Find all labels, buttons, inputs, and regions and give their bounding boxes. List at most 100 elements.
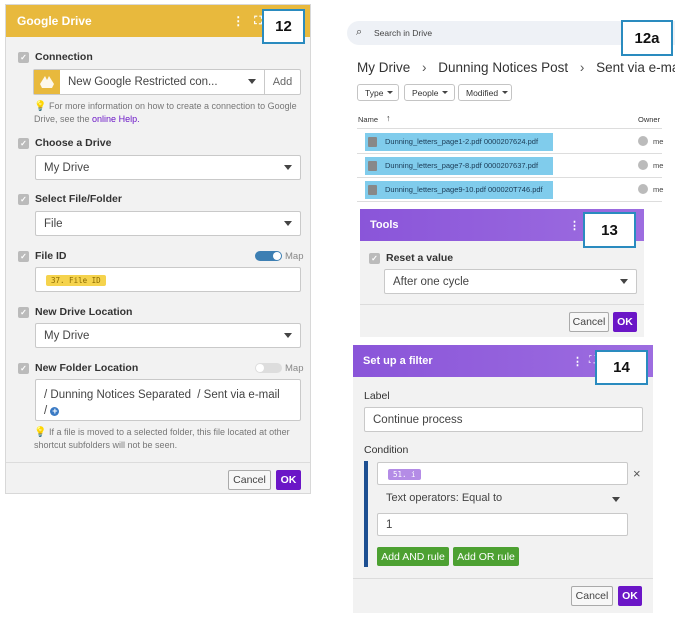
collapse-check-icon[interactable]: ✓ bbox=[18, 51, 29, 63]
search-placeholder: Search in Drive bbox=[374, 28, 433, 38]
new-drive-location-label: ✓ New Drive Location bbox=[18, 306, 132, 318]
cancel-button[interactable]: Cancel bbox=[571, 586, 613, 606]
cancel-button[interactable]: Cancel bbox=[228, 470, 271, 490]
chevron-down-icon bbox=[612, 497, 620, 502]
mapped-value-chip[interactable]: 51. i bbox=[388, 469, 421, 480]
file-name: Dunning_letters_page9-10.pdf 000020T746.… bbox=[385, 185, 543, 194]
avatar bbox=[638, 160, 648, 170]
pdf-file-icon bbox=[368, 137, 377, 147]
label-field-label: Label bbox=[364, 390, 390, 402]
map-label: Map bbox=[285, 251, 304, 262]
ok-button[interactable]: OK bbox=[618, 586, 642, 606]
add-or-rule-button[interactable]: Add OR rule bbox=[453, 547, 519, 566]
ok-button[interactable]: OK bbox=[613, 312, 637, 332]
connection-select[interactable]: New Google Restricted con... Add bbox=[33, 69, 301, 95]
collapse-check-icon[interactable]: ✓ bbox=[18, 250, 29, 262]
file-row[interactable]: Dunning_letters_page7-8.pdf 0000207637.p… bbox=[357, 154, 664, 178]
owner-name: me bbox=[653, 161, 664, 170]
condition-operand-input[interactable]: 51. i bbox=[377, 462, 628, 485]
chevron-down-icon bbox=[502, 91, 509, 94]
step-number-badge: 14 bbox=[595, 350, 648, 385]
breadcrumb-item[interactable]: Dunning Notices Post bbox=[438, 60, 568, 75]
panel-title: Google Drive bbox=[17, 14, 92, 28]
path-separator: / bbox=[44, 389, 48, 401]
collapse-check-icon[interactable]: ✓ bbox=[18, 193, 29, 205]
filter-label-input[interactable]: Continue process bbox=[364, 407, 643, 432]
connection-label: ✓ Connection bbox=[18, 51, 93, 63]
new-folder-location-label: ✓ New Folder Location bbox=[18, 362, 138, 374]
breadcrumb: My Drive › Dunning Notices Post › Sent v… bbox=[357, 60, 675, 75]
chevron-down-icon bbox=[284, 165, 292, 170]
file-name: Dunning_letters_page1-2.pdf 0000207624.p… bbox=[385, 137, 539, 146]
cancel-button[interactable]: Cancel bbox=[569, 312, 609, 332]
connection-value: New Google Restricted con... bbox=[68, 76, 218, 88]
avatar bbox=[638, 184, 648, 194]
filter-type-chip[interactable]: Type bbox=[357, 84, 399, 101]
choose-drive-select[interactable]: My Drive bbox=[35, 155, 301, 180]
breadcrumb-item[interactable]: My Drive bbox=[357, 60, 410, 75]
add-connection-button[interactable]: Add bbox=[264, 70, 300, 94]
column-header-name[interactable]: Name bbox=[358, 115, 378, 124]
file-id-map-toggle[interactable] bbox=[255, 251, 282, 261]
filter-modified-chip[interactable]: Modified bbox=[458, 84, 512, 101]
collapse-check-icon[interactable]: ✓ bbox=[18, 362, 29, 374]
file-row[interactable]: Dunning_letters_page1-2.pdf 0000207624.p… bbox=[357, 130, 664, 154]
condition-label: Condition bbox=[364, 444, 409, 456]
select-file-folder-label: ✓ Select File/Folder bbox=[18, 193, 122, 205]
condition-value-input[interactable]: 1 bbox=[377, 513, 628, 536]
collapse-check-icon[interactable]: ✓ bbox=[369, 252, 380, 264]
file-id-label: ✓ File ID bbox=[18, 250, 67, 262]
panel-title: Tools bbox=[370, 219, 399, 231]
collapse-check-icon[interactable]: ✓ bbox=[18, 306, 29, 318]
chevron-right-icon: › bbox=[579, 60, 585, 75]
collapse-check-icon[interactable]: ✓ bbox=[18, 137, 29, 149]
more-icon[interactable]: ⋮ bbox=[232, 14, 244, 28]
ok-button[interactable]: OK bbox=[276, 470, 301, 490]
folder-map-toggle[interactable] bbox=[255, 363, 282, 373]
online-help-link[interactable]: online Help. bbox=[92, 114, 140, 124]
filter-people-chip[interactable]: People bbox=[404, 84, 455, 101]
owner-name: me bbox=[653, 137, 664, 146]
operator-select[interactable]: Text operators: Equal to bbox=[377, 489, 628, 509]
google-drive-icon bbox=[34, 70, 60, 94]
filter-setup-panel: Set up a filter ⋮ ⛶ Label Continue proce… bbox=[353, 345, 653, 613]
path-separator: / bbox=[44, 405, 48, 417]
reset-value-select[interactable]: After one cycle bbox=[384, 269, 637, 294]
folder-path-field[interactable]: / Dunning Notices Separated / Sent via e… bbox=[35, 379, 301, 421]
owner-name: me bbox=[653, 185, 664, 194]
divider bbox=[357, 128, 662, 129]
column-header-owner: Owner bbox=[638, 115, 661, 124]
mapped-value-chip[interactable]: 37. File ID bbox=[46, 275, 106, 286]
reset-value-label: ✓ Reset a value bbox=[369, 252, 453, 264]
expand-icon[interactable]: ⛶ bbox=[254, 15, 262, 28]
chevron-right-icon: › bbox=[422, 60, 427, 75]
lightbulb-icon: 💡 bbox=[34, 427, 47, 438]
add-folder-icon[interactable]: + bbox=[50, 407, 60, 416]
map-label: Map bbox=[285, 363, 304, 374]
more-icon[interactable]: ⋮ bbox=[572, 355, 583, 368]
step-number-badge: 12 bbox=[262, 9, 305, 44]
avatar bbox=[638, 136, 648, 146]
folder-help-note: 💡 If a file is moved to a selected folde… bbox=[34, 427, 290, 450]
lightbulb-icon: 💡 bbox=[34, 101, 47, 112]
step-number-badge: 13 bbox=[583, 212, 636, 248]
chevron-down-icon bbox=[248, 79, 256, 84]
add-and-rule-button[interactable]: Add AND rule bbox=[377, 547, 449, 566]
close-icon[interactable]: × bbox=[633, 466, 641, 481]
file-row[interactable]: Dunning_letters_page9-10.pdf 000020T746.… bbox=[357, 178, 664, 202]
new-drive-location-select[interactable]: My Drive bbox=[35, 323, 301, 348]
path-separator: / bbox=[197, 389, 201, 401]
sort-arrow-icon[interactable]: ↑ bbox=[386, 113, 391, 123]
breadcrumb-item[interactable]: Sent via e-mail bbox=[596, 60, 675, 75]
select-file-folder-select[interactable]: File bbox=[35, 211, 301, 236]
google-drive-module-panel: Google Drive ⋮ ⛶ ✓ Connection New Google… bbox=[5, 4, 311, 494]
folder-path-segment[interactable]: Dunning Notices Separated bbox=[50, 389, 191, 401]
folder-path-segment[interactable]: Sent via e-mail bbox=[204, 389, 280, 401]
file-id-input[interactable]: 37. File ID bbox=[35, 267, 301, 292]
pdf-file-icon bbox=[368, 185, 377, 195]
chevron-down-icon bbox=[620, 279, 628, 284]
chevron-down-icon bbox=[442, 91, 449, 94]
panel-title: Set up a filter bbox=[363, 355, 433, 367]
file-name: Dunning_letters_page7-8.pdf 0000207637.p… bbox=[385, 161, 539, 170]
more-icon[interactable]: ⋮ bbox=[569, 219, 580, 232]
